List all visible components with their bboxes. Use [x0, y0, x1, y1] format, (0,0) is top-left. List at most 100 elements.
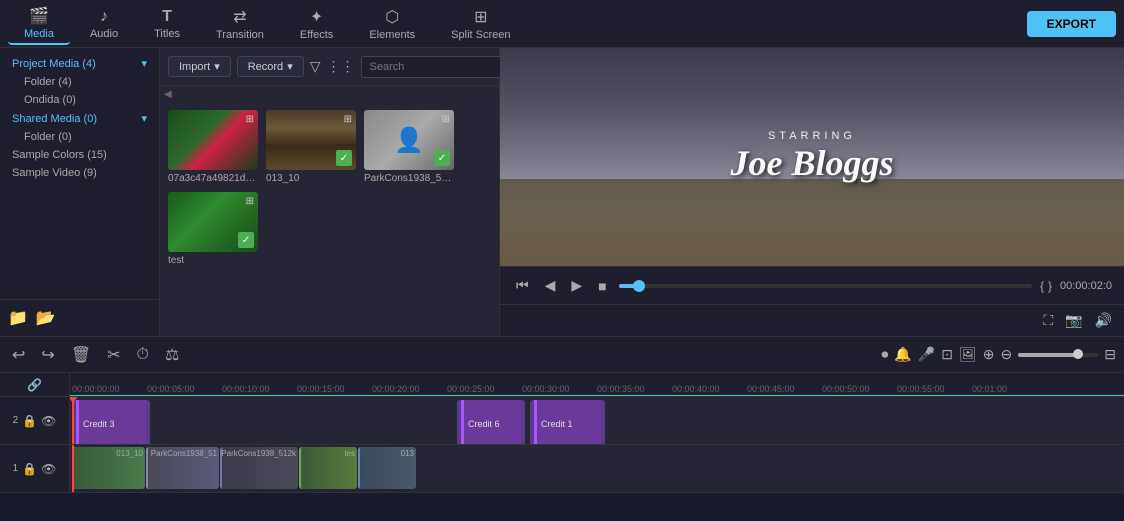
track-1-content[interactable]: 013_10 ParkCons1938_51 ParkCons1938_512k… [70, 445, 1124, 492]
media-label-flower: 07a3c47a49821d5... [168, 173, 258, 184]
media-icon: 🎬 [29, 6, 49, 26]
clip-credit1[interactable]: Credit 1 [530, 400, 605, 444]
redo-button[interactable]: ↪ [37, 343, 58, 367]
out-point-icon[interactable]: } [1048, 279, 1052, 293]
track-1-eye-icon[interactable]: 👁 [41, 462, 56, 476]
import-folder-button[interactable]: 📂 [36, 308, 56, 328]
media-thumb-oldphoto: 👤 ⊞ ✓ [364, 110, 454, 170]
sidebar-shared-media[interactable]: Shared Media (0) ▾ [8, 109, 151, 128]
mic-icon[interactable]: 🎤 [918, 346, 935, 363]
nav-elements[interactable]: ⬡ Elements [353, 3, 431, 45]
titles-icon: T [162, 8, 172, 26]
step-back-button[interactable]: ◀ [541, 275, 560, 296]
track-2-content[interactable]: Credit 3 Credit 6 Credit 1 [70, 397, 1124, 444]
sidebar-sample-colors[interactable]: Sample Colors (15) [8, 146, 151, 164]
media-thumb-flower: ⊞ [168, 110, 258, 170]
timeline-ruler[interactable]: 00:00:00:00 00:00:05:00 00:00:10:00 00:0… [70, 373, 1124, 396]
screenshot-icon[interactable]: 📷 [1065, 312, 1082, 329]
sidebar-ondida[interactable]: Ondida (0) [8, 91, 151, 109]
fullscreen-icon[interactable]: ⛶ [1043, 312, 1053, 329]
clip-parkconsv2[interactable]: ParkCons1938_512k [220, 447, 298, 489]
elements-icon: ⬡ [385, 7, 399, 27]
preview-controls: ⏮ ◀ ▶ ■ { } 00:00:02:0 [500, 266, 1124, 304]
nav-splitscreen[interactable]: ⊞ Split Screen [435, 3, 526, 45]
sidebar-shared-folder[interactable]: Folder (0) [8, 128, 151, 146]
clip-test[interactable]: tes [299, 447, 357, 489]
ruler-mark-6: 00:00:30:00 [520, 384, 595, 394]
track-2-header: 2 🔒 👁 [0, 397, 70, 444]
clip-credit6-label: Credit 6 [468, 419, 500, 429]
media-grid: ⊞ 07a3c47a49821d5... ⊞ ✓ 013_10 👤 ⊞ ✓ [160, 102, 499, 336]
record-tl-icon[interactable]: ⏺ [881, 346, 888, 363]
ruler-mark-9: 00:00:45:00 [745, 384, 820, 394]
delete-button[interactable]: 🗑 [67, 343, 95, 367]
cut-button[interactable]: ✂ [103, 343, 124, 367]
pip-icon[interactable]: ⊡ [941, 346, 953, 363]
nav-audio-label: Audio [90, 28, 118, 40]
media-item-oldphoto[interactable]: 👤 ⊞ ✓ ParkCons1938_512... [364, 110, 454, 184]
track-2-eye-icon[interactable]: 👁 [41, 414, 56, 428]
new-folder-button[interactable]: 📁 [8, 308, 28, 328]
volume-icon[interactable]: 🔊 [1095, 312, 1112, 329]
media-item-flower[interactable]: ⊞ 07a3c47a49821d5... [168, 110, 258, 184]
ruler-mark-5: 00:00:25:00 [445, 384, 520, 394]
timeline-area: ↩ ↪ 🗑 ✂ ⏱ ⚖ ⏺ 🔔 🎤 ⊡ 🖼 ⊕ ⊖ ⊟ 🔗 00 [0, 336, 1124, 521]
clip-013-2[interactable]: 013 [358, 447, 416, 489]
record-chevron-icon: ▾ [287, 60, 293, 73]
search-input[interactable] [370, 61, 512, 73]
clip-013-10[interactable]: 013_10 [72, 447, 145, 489]
voice-icon[interactable]: 🔔 [894, 346, 911, 363]
track-2-lock-icon[interactable]: 🔒 [22, 414, 37, 428]
minus-icon[interactable]: ⊖ [1001, 346, 1013, 363]
media-toolbar: Import ▾ Record ▾ ▽ ⋮⋮ 🔍 [160, 48, 499, 86]
progress-bar[interactable] [619, 284, 1032, 288]
grid-view-icon[interactable]: ⋮⋮ [327, 58, 355, 75]
sidebar-sample-video[interactable]: Sample Video (9) [8, 164, 151, 182]
stop-button[interactable]: ■ [594, 276, 610, 296]
fit-icon[interactable]: ⊟ [1104, 346, 1116, 363]
ruler-mark-10: 00:00:50:00 [820, 384, 895, 394]
adjust-button[interactable]: ⚖ [161, 343, 183, 367]
plus-icon[interactable]: ⊕ [983, 346, 995, 363]
ruler-mark-1: 00:00:05:00 [145, 384, 220, 394]
ruler-mark-2: 00:00:10:00 [220, 384, 295, 394]
import-button[interactable]: Import ▾ [168, 56, 231, 77]
audio-icon: ♪ [100, 8, 108, 26]
nav-transition[interactable]: ⇄ Transition [200, 3, 280, 45]
clip-parkconsv1[interactable]: ParkCons1938_51 [146, 447, 219, 489]
clip-credit3[interactable]: Credit 3 [72, 400, 150, 444]
undo-button[interactable]: ↩ [8, 343, 29, 367]
link-icon[interactable]: 🔗 [27, 378, 42, 392]
duration-button[interactable]: ⏱ [133, 344, 153, 366]
filter-icon[interactable]: ▽ [310, 58, 321, 75]
nav-audio[interactable]: ♪ Audio [74, 3, 134, 45]
clip-credit6[interactable]: Credit 6 [457, 400, 525, 444]
skip-back-button[interactable]: ⏮ [512, 275, 533, 296]
record-button[interactable]: Record ▾ [237, 56, 304, 77]
left-sidebar: Project Media (4) ▾ Folder (4) Ondida (0… [0, 48, 160, 336]
export-button[interactable]: EXPORT [1027, 11, 1116, 37]
thumb-grid-icon: ⊞ [246, 114, 254, 125]
track-1-header: 1 🔒 👁 [0, 445, 70, 492]
track-1-lock-icon[interactable]: 🔒 [22, 462, 37, 476]
nav-titles[interactable]: T Titles [138, 3, 196, 45]
in-point-icon[interactable]: { [1040, 279, 1044, 293]
nav-media[interactable]: 🎬 Media [8, 3, 70, 45]
track-1-label: 1 [13, 463, 19, 474]
sidebar-project-media[interactable]: Project Media (4) ▾ [8, 54, 151, 73]
zoom-slider[interactable] [1018, 353, 1098, 357]
chevron-down-icon: ▾ [141, 57, 147, 70]
top-nav: 🎬 Media ♪ Audio T Titles ⇄ Transition ✦ … [0, 0, 1124, 48]
sidebar-folder[interactable]: Folder (4) [8, 73, 151, 91]
name-text: Joe Bloggs [730, 142, 893, 184]
panel-collapse[interactable]: ◀ [160, 86, 499, 102]
media-check-plants: ✓ [238, 232, 254, 248]
nav-effects[interactable]: ✦ Effects [284, 3, 349, 45]
time-display: 00:00:02:0 [1060, 280, 1112, 292]
media-item-fence[interactable]: ⊞ ✓ 013_10 [266, 110, 356, 184]
chevron-down-icon-2: ▾ [141, 112, 147, 125]
media-item-plants[interactable]: ⊞ ✓ test [168, 192, 258, 266]
overlay-icon[interactable]: 🖼 [959, 346, 977, 363]
progress-dot [633, 280, 645, 292]
play-button[interactable]: ▶ [567, 275, 586, 296]
